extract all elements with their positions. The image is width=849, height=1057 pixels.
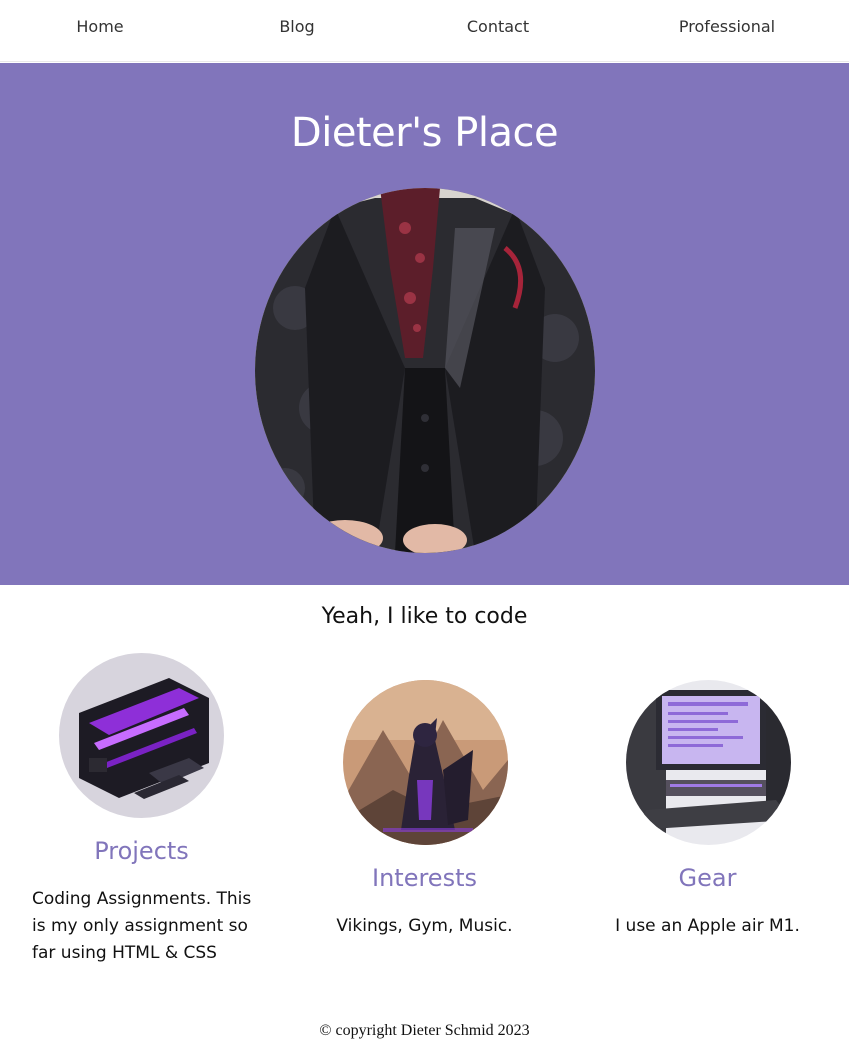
portrait-photo [255,188,595,553]
gear-description: I use an Apple air M1. [615,916,800,936]
projects-description: Coding Assignments. This is my only assi… [32,889,252,963]
gear-image [626,680,791,845]
nav-link-contact[interactable]: Contact [467,17,529,36]
nav-link-professional[interactable]: Professional [679,17,775,36]
page-title: Dieter's Place [290,110,559,156]
interests-description: Vikings, Gym, Music. [336,916,513,936]
interests-title: Interests [372,864,477,892]
projects-image [59,653,224,818]
gear-title: Gear [678,864,737,892]
hero-section: Dieter's Place [0,63,849,585]
nav-link-blog[interactable]: Blog [279,17,314,36]
nav-link-home[interactable]: Home [76,17,123,36]
top-navigation: Home Blog Contact Professional [0,0,849,62]
interests-image [343,680,508,845]
projects-title: Projects [94,837,189,865]
footer-copyright: © copyright Dieter Schmid 2023 [319,1022,530,1039]
tagline: Yeah, I like to code [321,604,528,629]
